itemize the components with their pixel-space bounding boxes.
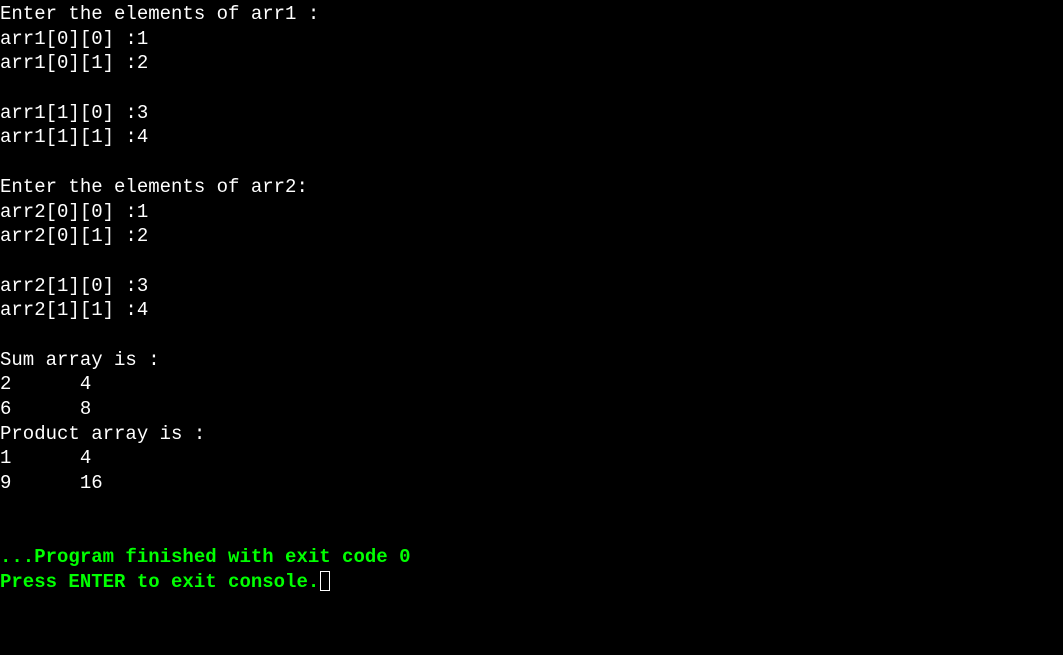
cursor-icon xyxy=(320,571,330,591)
terminal-line xyxy=(0,76,1063,101)
terminal-text: arr2[0][1] :2 xyxy=(0,225,148,247)
terminal-text: arr1[1][0] :3 xyxy=(0,102,148,124)
terminal-line xyxy=(0,150,1063,175)
terminal-text: arr2[0][0] :1 xyxy=(0,201,148,223)
terminal-line: arr2[0][1] :2 xyxy=(0,224,1063,249)
terminal-text: Enter the elements of arr1 : xyxy=(0,3,319,25)
terminal-line: 9 16 xyxy=(0,471,1063,496)
terminal-line: arr1[0][1] :2 xyxy=(0,51,1063,76)
terminal-text: 2 4 xyxy=(0,373,91,395)
terminal-line: arr2[1][1] :4 xyxy=(0,298,1063,323)
terminal-line: 2 4 xyxy=(0,372,1063,397)
terminal-text: 6 8 xyxy=(0,398,91,420)
terminal-line: Enter the elements of arr1 : xyxy=(0,2,1063,27)
terminal-line xyxy=(0,520,1063,545)
terminal-line: 6 8 xyxy=(0,397,1063,422)
terminal-text: ...Program finished with exit code 0 xyxy=(0,546,410,568)
terminal-line: arr1[1][0] :3 xyxy=(0,101,1063,126)
terminal-text: 9 16 xyxy=(0,472,103,494)
terminal-text: arr2[1][1] :4 xyxy=(0,299,148,321)
terminal-line: arr2[1][0] :3 xyxy=(0,274,1063,299)
terminal-text: arr2[1][0] :3 xyxy=(0,275,148,297)
terminal-text: 1 4 xyxy=(0,447,91,469)
terminal-text: Press ENTER to exit console. xyxy=(0,571,319,593)
terminal-line xyxy=(0,496,1063,521)
terminal-line: arr2[0][0] :1 xyxy=(0,200,1063,225)
terminal-line xyxy=(0,249,1063,274)
terminal-output[interactable]: Enter the elements of arr1 : arr1[0][0] :… xyxy=(0,2,1063,595)
terminal-line: Sum array is : xyxy=(0,348,1063,373)
terminal-text: arr1[1][1] :4 xyxy=(0,126,148,148)
terminal-line: Enter the elements of arr2: xyxy=(0,175,1063,200)
terminal-line: Product array is : xyxy=(0,422,1063,447)
terminal-text: arr1[0][1] :2 xyxy=(0,52,148,74)
terminal-line: arr1[0][0] :1 xyxy=(0,27,1063,52)
terminal-text: Enter the elements of arr2: xyxy=(0,176,308,198)
terminal-line: Press ENTER to exit console. xyxy=(0,570,1063,595)
terminal-text: arr1[0][0] :1 xyxy=(0,28,148,50)
terminal-line: ...Program finished with exit code 0 xyxy=(0,545,1063,570)
terminal-text: Sum array is : xyxy=(0,349,160,371)
terminal-text: Product array is : xyxy=(0,423,205,445)
terminal-line: 1 4 xyxy=(0,446,1063,471)
terminal-line xyxy=(0,323,1063,348)
terminal-line: arr1[1][1] :4 xyxy=(0,125,1063,150)
